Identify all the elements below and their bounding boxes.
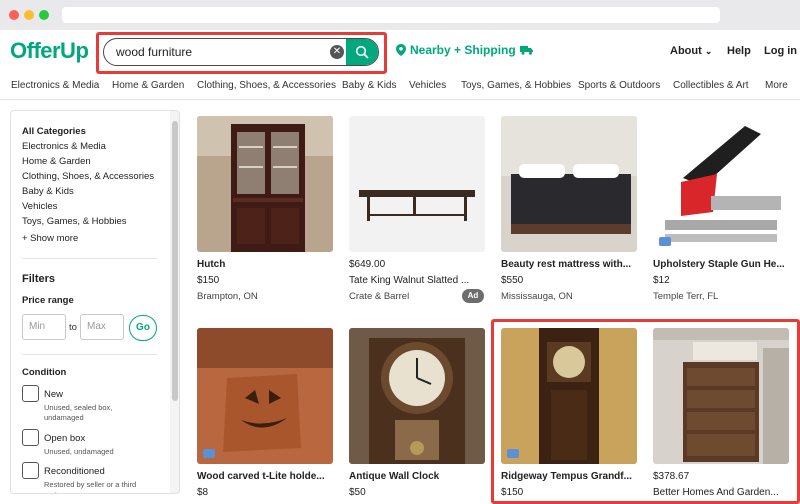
sidebar-item-clothing[interactable]: Clothing, Shoes, & Accessories <box>22 169 154 184</box>
sidebar-scrollbar[interactable] <box>170 111 179 493</box>
listing-price: $12 <box>653 275 670 286</box>
category-list: All Categories Electronics & Media Home … <box>22 124 154 229</box>
listing-location: Temple Terr, FL <box>653 291 719 302</box>
listing-card[interactable]: Hutch $150 Brampton, ON <box>197 116 333 302</box>
listing-image[interactable] <box>653 116 789 252</box>
go-button[interactable]: Go <box>129 315 157 341</box>
filter-sidebar: All Categories Electronics & Media Home … <box>10 110 180 494</box>
listing-image[interactable] <box>197 116 333 252</box>
clear-search-icon[interactable]: ✕ <box>330 45 344 59</box>
listing-price: $50 <box>349 487 366 498</box>
listing-card[interactable]: Antique Wall Clock $50 <box>349 328 485 498</box>
show-more-link[interactable]: + Show more <box>22 233 78 244</box>
maximize-window-icon[interactable] <box>39 10 49 20</box>
search-input[interactable] <box>116 39 326 65</box>
listing-title[interactable]: Tate King Walnut Slatted ... <box>349 275 485 286</box>
listing-location: Mississauga, ON <box>501 291 573 302</box>
listing-price: $8 <box>197 487 209 498</box>
nav-collectibles-art[interactable]: Collectibles & Art <box>673 80 749 91</box>
listing-title[interactable]: Beauty rest mattress with... <box>501 259 637 270</box>
condition-reconditioned-checkbox[interactable] <box>22 462 39 479</box>
condition-open-box-desc: Unused, undamaged <box>44 447 114 456</box>
about-label: About <box>670 45 702 57</box>
price-range-label: Price range <box>22 295 74 306</box>
min-price-input[interactable]: Min <box>22 314 66 340</box>
nav-sports-outdoors[interactable]: Sports & Outdoors <box>578 80 660 91</box>
offerup-logo[interactable]: OfferUp <box>10 38 89 64</box>
filters-heading: Filters <box>22 273 56 285</box>
condition-new-label: New <box>44 389 64 400</box>
nearby-label: Nearby + Shipping <box>410 43 516 57</box>
nav-more[interactable]: More <box>765 80 788 91</box>
address-bar[interactable] <box>62 7 720 23</box>
listing-price: $649.00 <box>349 259 386 270</box>
divider <box>22 258 157 259</box>
to-label: to <box>69 322 77 333</box>
sidebar-item-all-categories[interactable]: All Categories <box>22 124 154 139</box>
nav-toys-games[interactable]: Toys, Games, & Hobbies <box>461 80 571 91</box>
listing-title[interactable]: Upholstery Staple Gun He... <box>653 259 789 270</box>
sidebar-item-baby-kids[interactable]: Baby & Kids <box>22 184 154 199</box>
listing-title[interactable]: Antique Wall Clock <box>349 471 485 482</box>
condition-new-desc: Unused, sealed box, undamaged <box>44 403 113 422</box>
listings-highlight-box <box>491 319 800 504</box>
listing-card[interactable]: $649.00 Tate King Walnut Slatted ... Cra… <box>349 116 485 303</box>
search-button[interactable] <box>346 39 378 65</box>
listing-price: $150 <box>197 275 220 286</box>
listing-image[interactable] <box>349 116 485 252</box>
listing-location: Brampton, ON <box>197 291 258 302</box>
truck-icon <box>519 46 533 55</box>
nav-electronics-media[interactable]: Electronics & Media <box>11 80 99 91</box>
listing-card[interactable]: Wood carved t-Lite holde... $8 <box>197 328 333 498</box>
condition-reconditioned-label: Reconditioned <box>44 466 105 477</box>
nav-baby-kids[interactable]: Baby & Kids <box>342 80 396 91</box>
photo-badge-icon <box>203 449 215 458</box>
listing-price: $550 <box>501 275 524 286</box>
listing-image[interactable] <box>501 116 637 252</box>
close-window-icon[interactable] <box>9 10 19 20</box>
chevron-down-icon: ⌄ <box>704 46 713 56</box>
nearby-shipping-button[interactable]: Nearby + Shipping <box>396 43 534 57</box>
ad-badge: Ad <box>462 289 484 303</box>
nav-vehicles[interactable]: Vehicles <box>409 80 446 91</box>
help-link[interactable]: Help <box>727 45 751 57</box>
condition-open-box-label: Open box <box>44 433 86 444</box>
condition-new-checkbox[interactable] <box>22 385 39 402</box>
search-icon <box>355 45 369 59</box>
minimize-window-icon[interactable] <box>24 10 34 20</box>
listing-image[interactable] <box>197 328 333 464</box>
page: OfferUp ✕ Nearby + Shipping About ⌄ Help… <box>0 30 800 504</box>
login-link[interactable]: Log in <box>764 45 797 57</box>
browser-chrome <box>0 0 800 30</box>
sidebar-item-vehicles[interactable]: Vehicles <box>22 199 154 214</box>
condition-open-box-checkbox[interactable] <box>22 429 39 446</box>
condition-label: Condition <box>22 367 67 378</box>
location-pin-icon <box>396 44 406 56</box>
listing-title[interactable]: Hutch <box>197 259 333 270</box>
listing-image[interactable] <box>349 328 485 464</box>
nav-home-garden[interactable]: Home & Garden <box>112 80 184 91</box>
category-nav: Electronics & Media Home & Garden Clothi… <box>0 76 800 100</box>
listing-card[interactable]: Upholstery Staple Gun He... $12 Temple T… <box>653 116 789 302</box>
photo-badge-icon <box>659 237 671 246</box>
sidebar-item-home-garden[interactable]: Home & Garden <box>22 154 154 169</box>
sidebar-item-electronics[interactable]: Electronics & Media <box>22 139 154 154</box>
condition-reconditioned-desc: Restored by seller or a third party <box>44 480 137 493</box>
divider <box>22 354 157 355</box>
listing-title[interactable]: Wood carved t-Lite holde... <box>197 471 333 482</box>
search-bar: ✕ <box>103 38 379 66</box>
about-menu[interactable]: About ⌄ <box>670 45 712 57</box>
max-price-input[interactable]: Max <box>80 314 124 340</box>
scroll-thumb[interactable] <box>172 121 178 401</box>
nav-clothing-shoes[interactable]: Clothing, Shoes, & Accessories <box>197 80 336 91</box>
sidebar-item-toys[interactable]: Toys, Games, & Hobbies <box>22 214 154 229</box>
listing-card[interactable]: Beauty rest mattress with... $550 Missis… <box>501 116 637 302</box>
